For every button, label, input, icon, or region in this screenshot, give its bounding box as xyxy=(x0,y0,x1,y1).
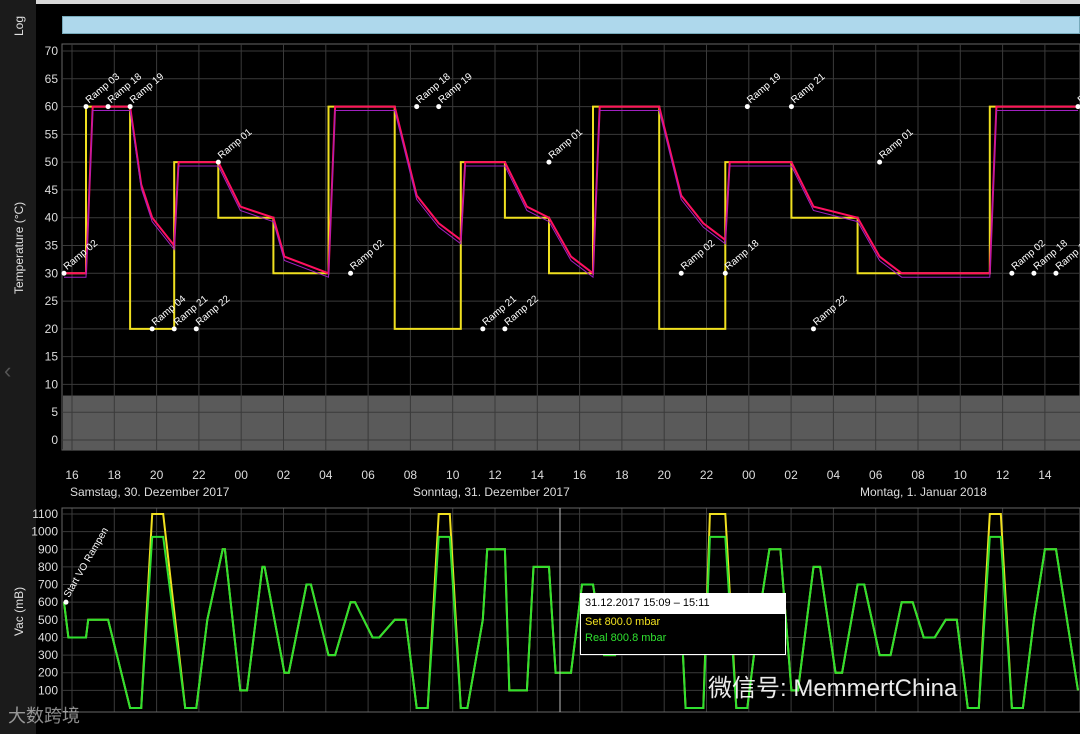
watermark-logo: 大数跨境 xyxy=(8,706,80,726)
watermark: 微信号: MemmertChina xyxy=(708,675,958,702)
ramp-marker xyxy=(193,326,199,332)
start-label: Start VO Rampen xyxy=(62,526,111,600)
ramp-marker xyxy=(546,159,552,165)
temp-tick-label: 55 xyxy=(45,127,59,141)
time-tick-label: 06 xyxy=(869,468,883,482)
time-tick-label: 02 xyxy=(784,468,798,482)
time-tick-label: 18 xyxy=(108,468,122,482)
ramp-marker xyxy=(105,104,111,110)
time-tick-label: 06 xyxy=(361,468,375,482)
ramp-marker xyxy=(1053,270,1059,276)
time-tick-label: 00 xyxy=(235,468,249,482)
ramp-marker xyxy=(1031,270,1037,276)
day-label: Samstag, 30. Dezember 2017 xyxy=(70,485,230,499)
time-tick-label: 20 xyxy=(150,468,164,482)
temp-tick-label: 15 xyxy=(45,350,59,364)
time-tick-label: 20 xyxy=(658,468,672,482)
temp-tick-label: 10 xyxy=(45,377,59,391)
time-tick-label: 16 xyxy=(573,468,587,482)
tooltip-set: Set 800.0 mbar xyxy=(585,616,661,628)
temp-tick-label: 35 xyxy=(45,239,59,253)
temp-tick-label: 60 xyxy=(45,100,59,114)
temp-tick-label: 65 xyxy=(45,72,59,86)
tooltip-real: Real 800.8 mbar xyxy=(585,632,667,644)
temp-tick-label: 70 xyxy=(45,44,59,58)
tooltip: 31.12.2017 15:09 – 15:11 Set 800.0 mbar … xyxy=(580,593,786,655)
temp-band xyxy=(63,395,1080,450)
temp-tick-label: 0 xyxy=(51,433,58,447)
time-tick-label: 18 xyxy=(615,468,629,482)
time-tick-label: 12 xyxy=(996,468,1010,482)
ramp-marker xyxy=(61,270,67,276)
time-tick-label: 08 xyxy=(911,468,925,482)
temp-tick-label: 5 xyxy=(51,405,58,419)
day-label: Montag, 1. Januar 2018 xyxy=(860,485,987,499)
ramp-marker xyxy=(171,326,177,332)
ramp-marker xyxy=(436,104,442,110)
vac-tick-label: 200 xyxy=(38,666,58,680)
ramp-marker xyxy=(83,104,89,110)
ramp-marker xyxy=(744,104,750,110)
time-tick-label: 04 xyxy=(827,468,841,482)
temperature-panel xyxy=(61,43,1080,451)
ramp-marker xyxy=(678,270,684,276)
time-tick-label: 14 xyxy=(1038,468,1052,482)
ramp-marker xyxy=(149,326,155,332)
ramp-marker xyxy=(348,270,354,276)
time-tick-label: 16 xyxy=(65,468,79,482)
time-tick-label: 10 xyxy=(954,468,968,482)
ramp-marker xyxy=(788,104,794,110)
time-tick-label: 04 xyxy=(319,468,333,482)
vac-tick-label: 600 xyxy=(38,595,58,609)
ramp-marker xyxy=(877,159,883,165)
temp-tick-label: 50 xyxy=(45,155,59,169)
time-tick-label: 02 xyxy=(277,468,291,482)
time-tick-label: 12 xyxy=(488,468,502,482)
vac-tick-label: 100 xyxy=(38,683,58,697)
vac-tick-label: 900 xyxy=(38,542,58,556)
vac-tick-label: 400 xyxy=(38,630,58,644)
ramp-marker xyxy=(127,104,133,110)
temp-tick-label: 40 xyxy=(45,211,59,225)
ramp-marker xyxy=(414,104,420,110)
time-tick-label: 10 xyxy=(446,468,460,482)
vac-tick-label: 800 xyxy=(38,560,58,574)
time-tick-label: 22 xyxy=(700,468,714,482)
temp-tick-label: 45 xyxy=(45,183,59,197)
vac-tick-label: 500 xyxy=(38,613,58,627)
ramp-marker xyxy=(502,326,508,332)
vac-tick-label: 300 xyxy=(38,648,58,662)
ramp-marker xyxy=(1009,270,1015,276)
ramp-marker xyxy=(722,270,728,276)
temp-tick-label: 30 xyxy=(45,266,59,280)
time-tick-label: 22 xyxy=(192,468,206,482)
tooltip-header: 31.12.2017 15:09 – 15:11 xyxy=(581,594,785,614)
day-label: Sonntag, 31. Dezember 2017 xyxy=(413,485,570,499)
time-tick-label: 08 xyxy=(404,468,418,482)
vac-tick-label: 700 xyxy=(38,578,58,592)
ramp-marker xyxy=(480,326,486,332)
chart-svg: 706560555045403530252015105016 18 20 22 00 02… xyxy=(31,43,1080,713)
ramp-marker xyxy=(215,159,221,165)
time-tick-label: 14 xyxy=(531,468,545,482)
time-tick-label: 00 xyxy=(742,468,756,482)
temp-frame xyxy=(61,43,1080,451)
vac-tick-label: 1000 xyxy=(31,525,58,539)
ramp-marker xyxy=(810,326,816,332)
temp-tick-label: 20 xyxy=(45,322,59,336)
start-marker xyxy=(63,599,69,605)
temp-tick-label: 25 xyxy=(45,294,59,308)
vac-tick-label: 1100 xyxy=(32,507,58,521)
